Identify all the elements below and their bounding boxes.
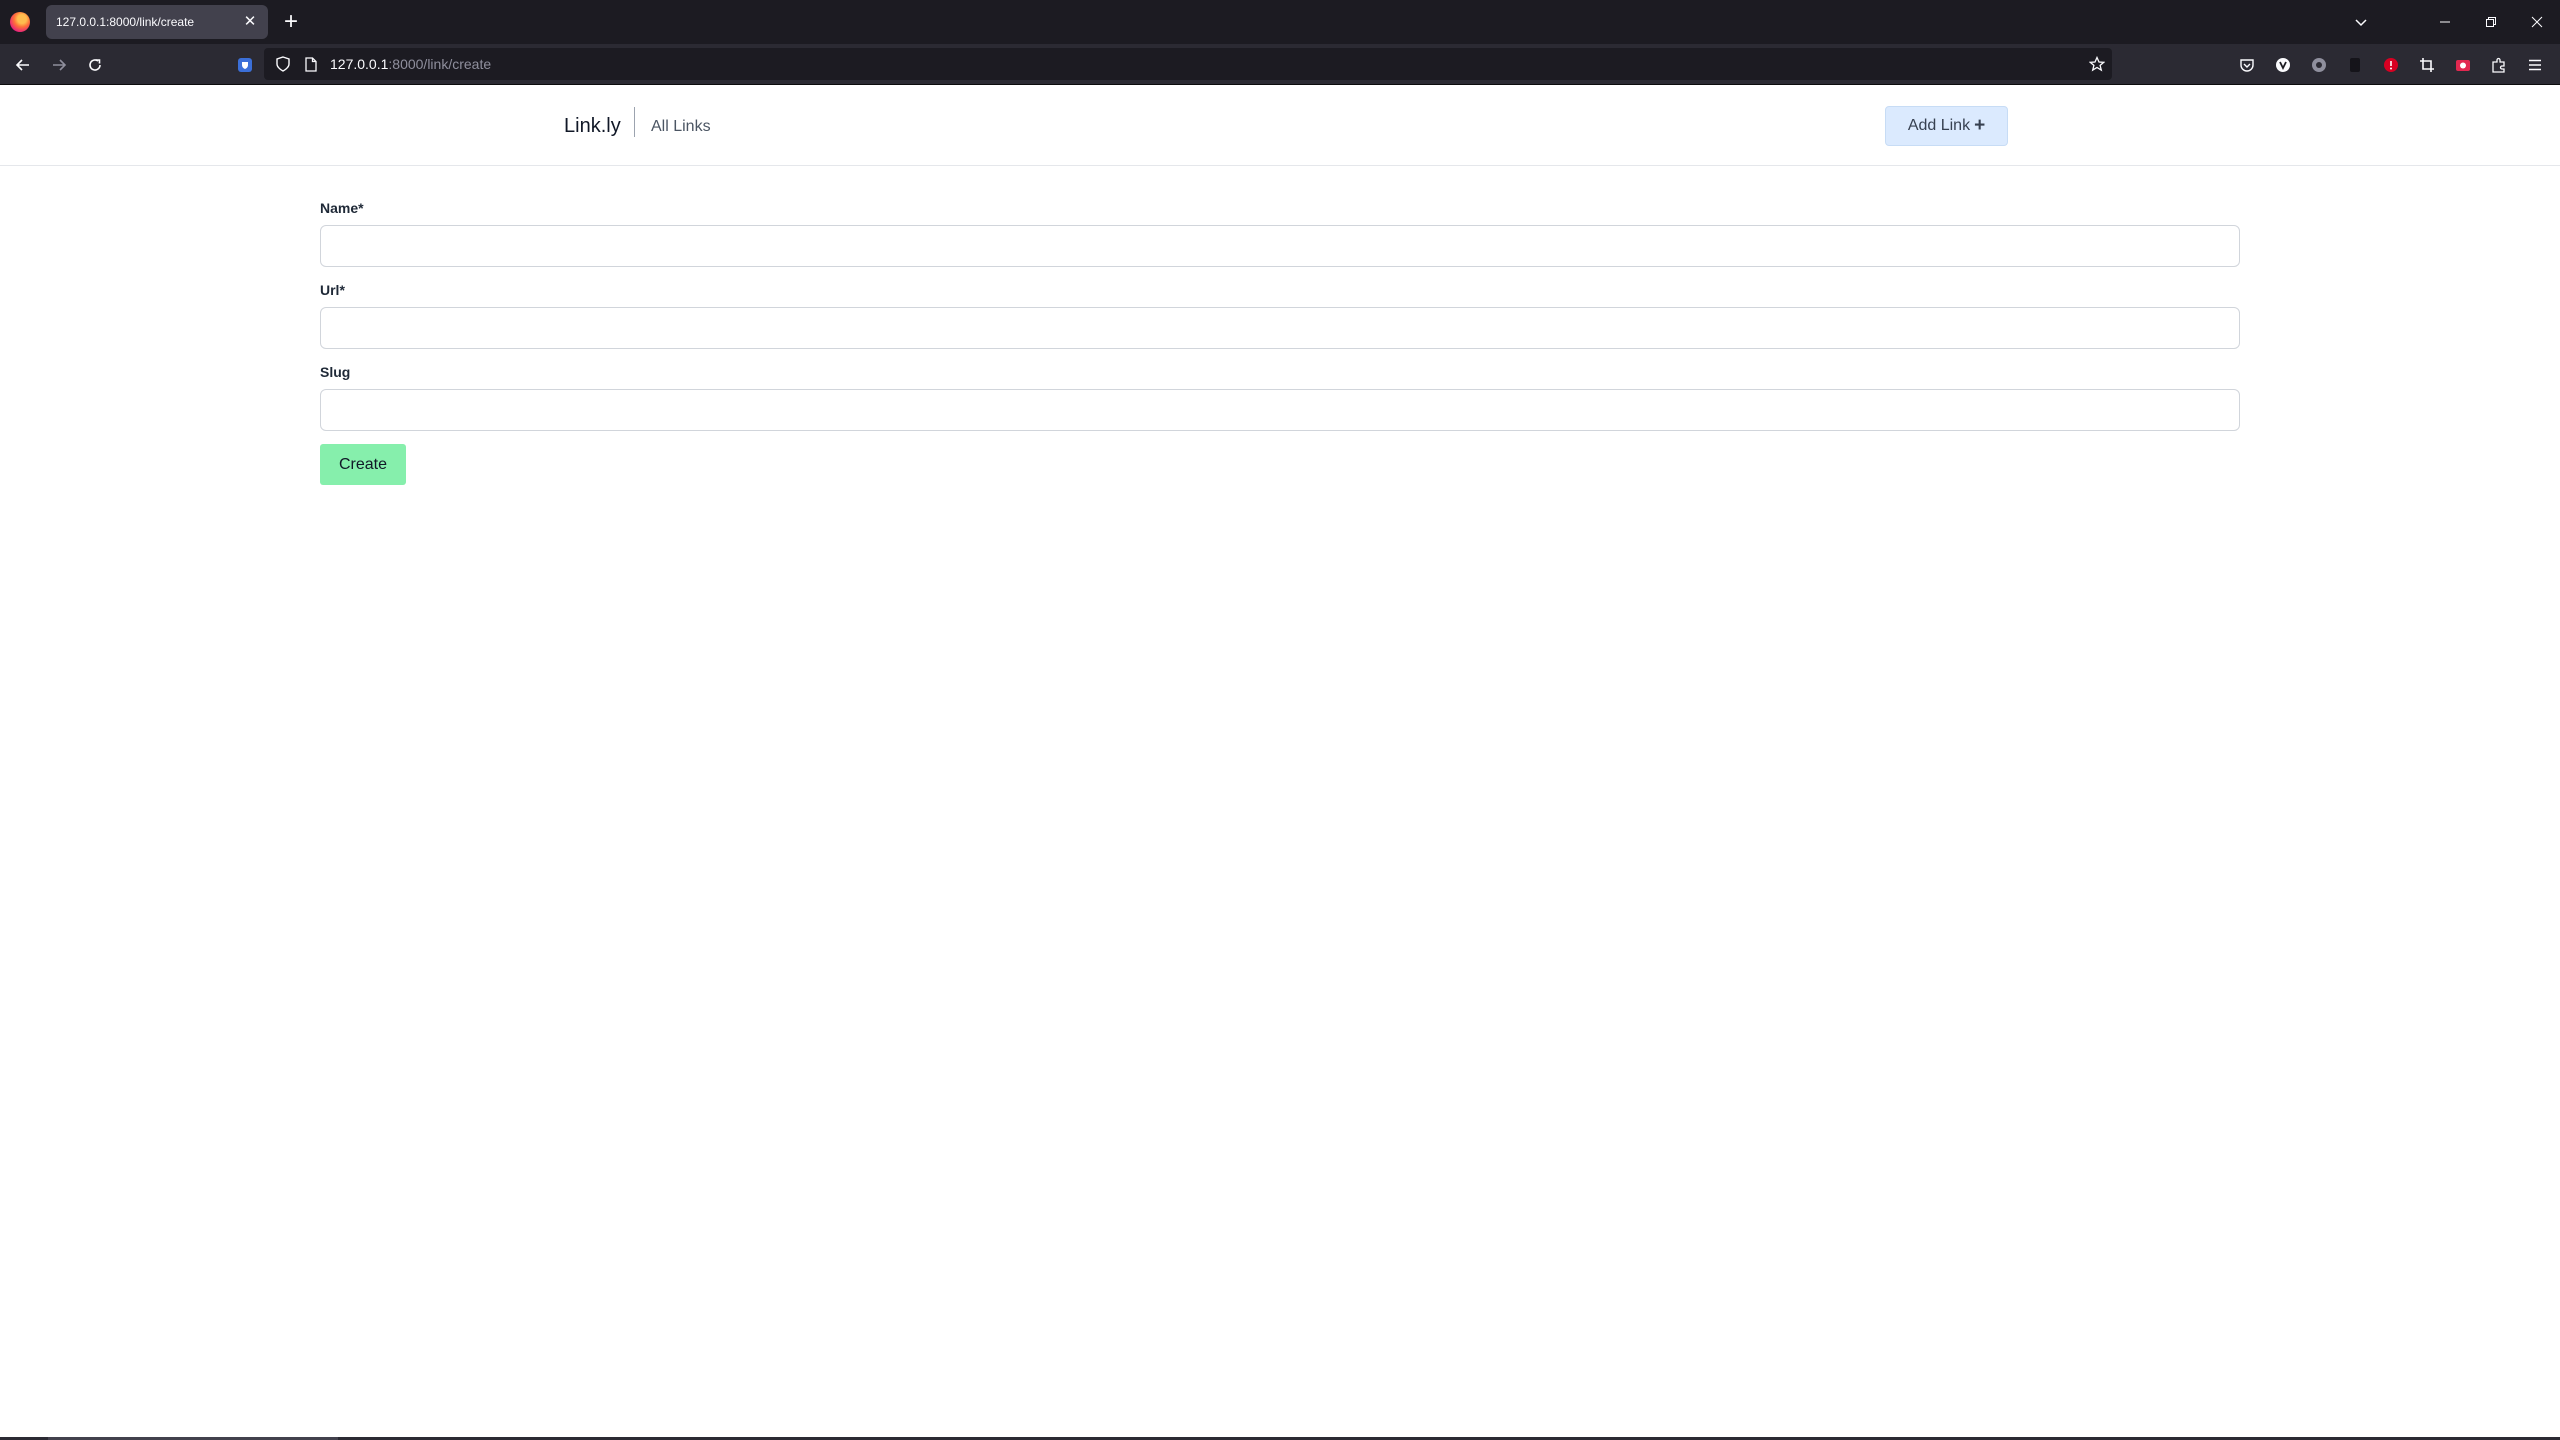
pocket-icon[interactable] [2232, 44, 2262, 85]
tab-title: 127.0.0.1:8000/link/create [56, 15, 195, 29]
slug-input[interactable] [320, 389, 2240, 431]
restore-window-icon[interactable] [2468, 0, 2514, 44]
page-info-icon[interactable] [296, 48, 326, 80]
firefox-logo-icon [10, 12, 30, 32]
new-tab-icon[interactable]: + [278, 9, 304, 35]
extension-red-badge-icon[interactable] [2376, 44, 2406, 85]
url-host: 127.0.0.1 [330, 56, 389, 72]
slug-label: Slug [320, 364, 351, 380]
app-menu-icon[interactable] [2520, 44, 2550, 85]
name-label: Name* [320, 200, 364, 216]
url-label: Url* [320, 282, 345, 298]
url-bar[interactable]: 127.0.0.1:8000/link/create [264, 48, 2112, 80]
extensions-puzzle-icon[interactable] [2484, 44, 2514, 85]
bookmark-star-icon[interactable] [2082, 48, 2112, 80]
extension-camera-icon[interactable] [2448, 44, 2478, 85]
browser-navigation-toolbar: 127.0.0.1:8000/link/create [0, 44, 2560, 85]
site-header: Link.ly All Links Add Link + [0, 85, 2560, 166]
add-link-label: Add Link [1907, 117, 1971, 134]
minimize-window-icon[interactable] [2422, 0, 2468, 44]
name-input[interactable] [320, 225, 2240, 267]
tracking-protection-icon[interactable] [268, 48, 298, 80]
close-window-icon[interactable] [2514, 0, 2560, 44]
url-input[interactable] [320, 307, 2240, 349]
extension-v-icon[interactable] [2268, 44, 2298, 85]
brand-logo[interactable]: Link.ly [564, 114, 621, 138]
url-path: :8000/link/create [388, 56, 492, 72]
brand-divider [634, 107, 635, 137]
browser-tab-active[interactable]: 127.0.0.1:8000/link/create ✕ [46, 5, 268, 39]
create-button[interactable]: Create [320, 444, 406, 485]
close-tab-icon[interactable]: ✕ [242, 14, 258, 30]
url-text[interactable]: 127.0.0.1:8000/link/create [330, 48, 491, 80]
extension-crop-icon[interactable] [2412, 44, 2442, 85]
extension-circle-icon[interactable] [2304, 44, 2334, 85]
extension-dark-icon[interactable] [2340, 44, 2370, 85]
forward-arrow-icon[interactable] [44, 44, 74, 85]
browser-tab-strip: 127.0.0.1:8000/link/create ✕ + [0, 0, 2560, 44]
back-arrow-icon[interactable] [8, 44, 38, 85]
list-all-tabs-icon[interactable] [2338, 0, 2384, 44]
reload-icon[interactable] [80, 44, 110, 85]
nav-all-links[interactable]: All Links [651, 117, 711, 137]
plus-icon: + [1974, 115, 1986, 136]
extension-shield-icon[interactable] [230, 44, 260, 85]
add-link-button[interactable]: Add Link + [1885, 106, 2008, 146]
